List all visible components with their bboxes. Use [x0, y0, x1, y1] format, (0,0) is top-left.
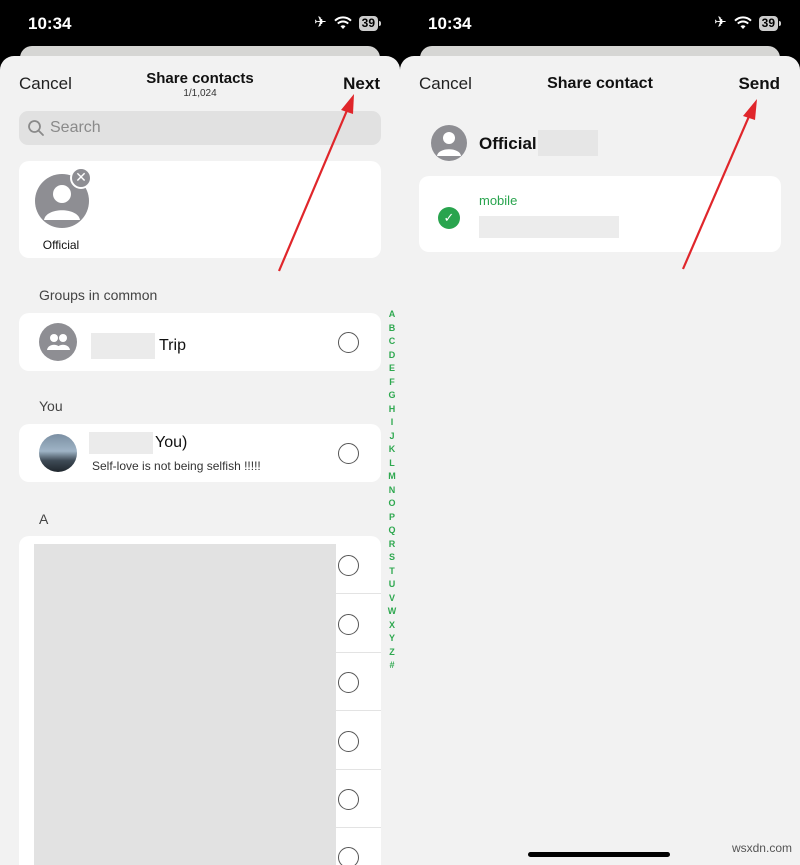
index-letter[interactable]: Y: [386, 632, 398, 646]
index-letter[interactable]: X: [386, 619, 398, 633]
redacted-text: [538, 130, 598, 156]
contact-name: Official: [479, 134, 537, 153]
redacted-text: [91, 333, 155, 359]
status-icons: ✈ 39: [714, 14, 782, 31]
status-icons: ✈ 39: [314, 14, 382, 31]
select-radio[interactable]: [338, 555, 359, 576]
index-letter[interactable]: P: [386, 511, 398, 525]
status-bar: 10:34 ✈ 39: [0, 0, 400, 46]
groups-section-header: Groups in common: [39, 287, 158, 303]
self-contact-name-text: You): [155, 434, 188, 452]
select-radio[interactable]: [338, 443, 359, 464]
index-letter[interactable]: Z: [386, 646, 398, 660]
share-contacts-screen: 10:34 ✈ 39 Cancel Share contacts 1/1,024…: [0, 0, 400, 865]
close-icon[interactable]: ✕: [70, 167, 92, 189]
alphabet-index[interactable]: A B C D E F G H I J K L M N O P Q R S T U V W X Y Z #: [386, 308, 398, 673]
index-letter[interactable]: G: [386, 389, 398, 403]
index-letter[interactable]: J: [386, 430, 398, 444]
search-input[interactable]: Search: [19, 111, 381, 145]
search-icon: [28, 120, 44, 136]
group-icon: [47, 334, 70, 350]
select-radio[interactable]: [338, 847, 359, 865]
group-name-text: Trip: [159, 337, 186, 355]
selection-count: 1/1,024: [183, 88, 217, 99]
share-contacts-sheet: Cancel Share contacts 1/1,024 Next Searc…: [0, 56, 400, 865]
redacted-text: [89, 432, 153, 454]
redacted-contacts: [34, 544, 336, 865]
index-letter[interactable]: C: [386, 335, 398, 349]
selected-contact-name: Official: [42, 238, 80, 252]
self-contact-status: Self-love is not being selfish !!!!!: [92, 459, 261, 473]
person-icon: [437, 132, 461, 156]
airplane-icon: ✈: [314, 14, 327, 31]
index-letter[interactable]: S: [386, 551, 398, 565]
select-radio[interactable]: [338, 672, 359, 693]
index-letter[interactable]: T: [386, 565, 398, 579]
nav-bar: Cancel Share contact Send: [400, 56, 800, 114]
share-contact-screen: 10:34 ✈ 39 Cancel Share contact Send Off…: [400, 0, 800, 865]
phone-number-row[interactable]: ✓ mobile: [419, 176, 781, 252]
index-letter[interactable]: W: [386, 605, 398, 619]
contacts-list: [19, 536, 381, 865]
group-name: Trip: [91, 333, 186, 359]
group-avatar: [39, 323, 77, 361]
phone-label: mobile: [479, 193, 518, 208]
wifi-icon: [733, 16, 752, 29]
selected-contacts: ✕ Official: [19, 161, 381, 258]
index-letter[interactable]: A: [386, 308, 398, 322]
a-section-header: A: [39, 511, 49, 527]
status-bar: 10:34 ✈ 39: [400, 0, 800, 46]
battery-indicator: 39: [358, 15, 382, 31]
group-row[interactable]: Trip: [19, 313, 381, 371]
status-time: 10:34: [28, 14, 72, 33]
wifi-icon: [333, 16, 352, 29]
index-letter[interactable]: V: [386, 592, 398, 606]
index-letter[interactable]: R: [386, 538, 398, 552]
avatar: [431, 125, 467, 161]
send-button[interactable]: Send: [738, 74, 780, 94]
index-letter[interactable]: N: [386, 484, 398, 498]
index-letter[interactable]: M: [386, 470, 398, 484]
self-contact-row[interactable]: You) Self-love is not being selfish !!!!…: [19, 424, 381, 482]
avatar: [39, 434, 77, 472]
share-contact-sheet: Cancel Share contact Send Official ✓ mob…: [400, 56, 800, 865]
index-letter[interactable]: Q: [386, 524, 398, 538]
index-letter[interactable]: K: [386, 443, 398, 457]
search-placeholder: Search: [50, 119, 101, 136]
index-letter[interactable]: L: [386, 457, 398, 471]
self-contact-name: You): [89, 432, 187, 454]
airplane-icon: ✈: [714, 14, 727, 31]
index-letter[interactable]: I: [386, 416, 398, 430]
check-icon[interactable]: ✓: [438, 207, 460, 229]
select-radio[interactable]: [338, 614, 359, 635]
redacted-phone-number: [479, 216, 619, 238]
status-time: 10:34: [428, 14, 472, 33]
index-letter[interactable]: H: [386, 403, 398, 417]
you-section-header: You: [39, 398, 63, 414]
index-letter[interactable]: E: [386, 362, 398, 376]
index-letter[interactable]: F: [386, 376, 398, 390]
home-indicator[interactable]: [528, 852, 670, 857]
next-button[interactable]: Next: [343, 74, 380, 94]
watermark: wsxdn.com: [731, 841, 792, 855]
index-letter[interactable]: #: [386, 659, 398, 673]
index-letter[interactable]: U: [386, 578, 398, 592]
battery-indicator: 39: [758, 15, 782, 31]
nav-bar: Cancel Share contacts 1/1,024 Next: [0, 56, 400, 114]
page-title: Share contacts: [146, 70, 254, 87]
select-radio[interactable]: [338, 789, 359, 810]
index-letter[interactable]: B: [386, 322, 398, 336]
select-radio[interactable]: [338, 731, 359, 752]
index-letter[interactable]: O: [386, 497, 398, 511]
index-letter[interactable]: D: [386, 349, 398, 363]
select-radio[interactable]: [338, 332, 359, 353]
